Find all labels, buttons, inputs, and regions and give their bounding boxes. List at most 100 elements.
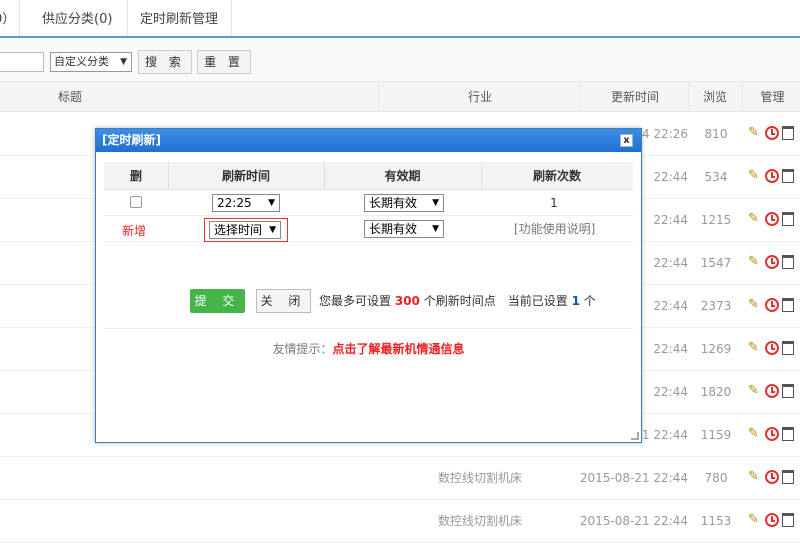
chevron-down-icon: ▼ — [268, 198, 275, 208]
validity-select[interactable]: 长期有效 ▼ — [364, 194, 444, 212]
col-manage: 管理 — [760, 90, 785, 104]
table-header: 标题 行业 更新时间 浏览 管理 — [0, 82, 800, 112]
clock-icon[interactable] — [765, 341, 779, 355]
row-updated: 2015-08-21 22:44 — [579, 471, 688, 485]
trash-icon[interactable] — [782, 513, 794, 527]
validity-value: 长期有效 — [369, 196, 418, 210]
max-count: 300 — [394, 294, 420, 308]
refresh-time-value: 22:25 — [217, 196, 252, 210]
new-validity-select[interactable]: 长期有效 ▼ — [364, 220, 444, 238]
table-row: 数控线切割机床 2015-08-21 22:44 1153 ✎ — [0, 500, 800, 543]
refresh-count: 1 — [550, 196, 558, 210]
row-views: 1547 — [700, 256, 732, 270]
friendly-tip: 友情提示：点击了解最新机情通信息 — [104, 340, 633, 357]
row-actions: ✎ — [748, 384, 797, 400]
col-refresh-count: 刷新次数 — [532, 169, 581, 183]
tip-prefix: 友情提示： — [272, 342, 333, 356]
edit-pencil-icon[interactable]: ✎ — [748, 255, 762, 269]
trash-icon[interactable] — [782, 427, 794, 441]
row-actions: ✎ — [748, 212, 797, 228]
edit-pencil-icon[interactable]: ✎ — [748, 427, 762, 441]
search-button[interactable]: 搜 索 — [138, 50, 192, 74]
row-actions: ✎ — [748, 470, 797, 486]
new-validity-value: 长期有效 — [369, 222, 418, 236]
category-select[interactable]: 自定义分类 ▼ — [50, 52, 132, 72]
trash-icon[interactable] — [782, 341, 794, 355]
info-prefix: 您最多可设置 — [319, 294, 392, 308]
row-views: 1153 — [700, 514, 732, 528]
row-industry: 数控线切割机床 — [437, 471, 522, 485]
new-label: 新增 — [122, 224, 147, 238]
resize-handle[interactable] — [631, 432, 639, 440]
row-views: 1269 — [700, 342, 732, 356]
col-refresh-time: 刷新时间 — [221, 169, 270, 183]
edit-pencil-icon[interactable]: ✎ — [748, 126, 762, 140]
tab-partial[interactable]: 0） — [0, 0, 20, 36]
trash-icon[interactable] — [782, 212, 794, 226]
row-views: 780 — [704, 471, 728, 485]
trash-icon[interactable] — [782, 255, 794, 269]
clock-icon[interactable] — [765, 298, 779, 312]
dialog-body: 删 刷新时间 有效期 刷新次数 22:25 ▼ 长期有效 ▼ 1 新增 选择时间 ▼ — [104, 162, 633, 372]
row-views: 1820 — [700, 385, 732, 399]
row-actions: ✎ — [748, 513, 797, 529]
submit-button[interactable]: 提 交 — [190, 289, 245, 313]
refresh-row: 22:25 ▼ 长期有效 ▼ 1 — [104, 190, 633, 216]
row-actions: ✎ — [748, 169, 797, 185]
delete-checkbox[interactable] — [130, 196, 142, 208]
trash-icon[interactable] — [782, 470, 794, 484]
edit-pencil-icon[interactable]: ✎ — [748, 384, 762, 398]
info-middle: 个刷新时间点 当前已设置 — [423, 294, 568, 308]
edit-pencil-icon[interactable]: ✎ — [748, 470, 762, 484]
tab-supply-category[interactable]: 供应分类(0) — [30, 0, 128, 36]
new-time-select[interactable]: 选择时间 ▼ — [209, 221, 281, 239]
help-link[interactable]: [功能使用说明] — [514, 216, 595, 242]
filter-toolbar: 自定义分类 ▼ 搜 索 重 置 — [0, 38, 800, 82]
reset-button[interactable]: 重 置 — [197, 50, 251, 74]
current-count: 1 — [571, 294, 580, 308]
row-views: 1215 — [700, 213, 732, 227]
row-actions: ✎ — [748, 126, 797, 142]
trash-icon[interactable] — [782, 126, 794, 140]
dialog-title: [定时刷新] — [96, 129, 641, 152]
clock-icon[interactable] — [765, 212, 779, 226]
clock-icon[interactable] — [765, 255, 779, 269]
chevron-down-icon: ▼ — [432, 198, 439, 208]
col-updated: 更新时间 — [610, 90, 659, 104]
keyword-input[interactable] — [0, 52, 44, 72]
chevron-down-icon: ▼ — [120, 57, 127, 67]
edit-pencil-icon[interactable]: ✎ — [748, 212, 762, 226]
close-icon[interactable]: x — [620, 134, 633, 147]
chevron-down-icon: ▼ — [269, 225, 276, 235]
clock-icon[interactable] — [765, 427, 779, 441]
category-select-value: 自定义分类 — [54, 55, 109, 68]
refresh-time-select[interactable]: 22:25 ▼ — [212, 194, 280, 212]
info-suffix: 个 — [583, 294, 596, 308]
edit-pencil-icon[interactable]: ✎ — [748, 169, 762, 183]
row-views: 534 — [704, 170, 728, 184]
trash-icon[interactable] — [782, 298, 794, 312]
row-views: 2373 — [700, 299, 732, 313]
close-button[interactable]: 关 闭 — [256, 289, 311, 313]
clock-icon[interactable] — [765, 126, 779, 140]
trash-icon[interactable] — [782, 384, 794, 398]
clock-icon[interactable] — [765, 513, 779, 527]
edit-pencil-icon[interactable]: ✎ — [748, 298, 762, 312]
new-refresh-row: 新增 选择时间 ▼ 长期有效 ▼ [功能使用说明] — [104, 216, 633, 242]
row-views: 1159 — [700, 428, 732, 442]
edit-pencil-icon[interactable]: ✎ — [748, 513, 762, 527]
clock-icon[interactable] — [765, 169, 779, 183]
trash-icon[interactable] — [782, 169, 794, 183]
edit-pencil-icon[interactable]: ✎ — [748, 341, 762, 355]
row-industry: 数控线切割机床 — [437, 514, 522, 528]
col-industry: 行业 — [467, 90, 492, 104]
dialog-table-header: 删 刷新时间 有效期 刷新次数 — [104, 162, 633, 190]
clock-icon[interactable] — [765, 384, 779, 398]
tip-link[interactable]: 点击了解最新机情通信息 — [333, 342, 465, 356]
clock-icon[interactable] — [765, 470, 779, 484]
refresh-dialog: [定时刷新] x 删 刷新时间 有效期 刷新次数 22:25 ▼ 长期有效 ▼ 1 … — [95, 128, 642, 443]
limit-info: 您最多可设置 300 个刷新时间点 当前已设置 1 个 — [319, 289, 596, 313]
tab-scheduled-refresh[interactable]: 定时刷新管理 — [128, 0, 232, 36]
col-delete: 删 — [129, 169, 142, 183]
chevron-down-icon: ▼ — [432, 224, 439, 234]
